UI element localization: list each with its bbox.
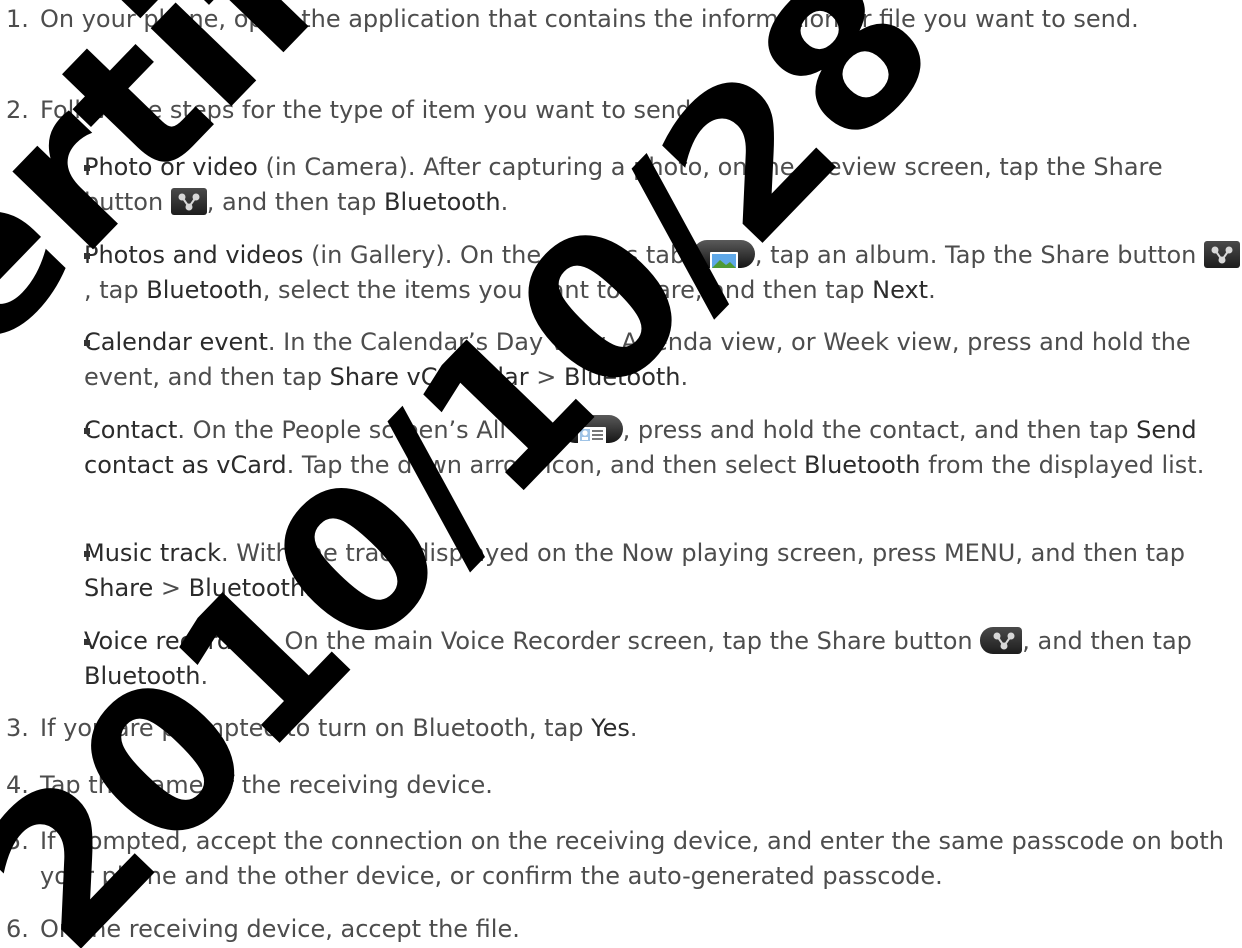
step-number: 6. [6,915,29,943]
step-number: 2. [6,96,29,124]
step-5: 5. If prompted, accept the connection on… [0,824,1230,894]
bullet-calendar: Calendar event. In the Calendar’s Day vi… [84,328,1191,391]
step-number: 5. [6,827,29,855]
bullet-marker [84,165,90,171]
share-icon [980,626,1023,654]
step-4: 4. Tap the name of the receiving device. [0,768,1230,803]
people-all-tab-icon [560,415,623,445]
step-number: 3. [6,714,29,742]
step-3: 3. If you are prompted to turn on Blueto… [0,711,1230,746]
bullet-title: Voice recording [84,627,270,655]
step-6: 6. On the receiving device, accept the f… [0,912,1230,947]
step-number: 1. [6,5,29,33]
step-2: 2. Follow the steps for the type of item… [0,93,1230,128]
bullet-marker [84,639,90,645]
bullet-voice: Voice recording. On the main Voice Recor… [84,626,1192,690]
bullet-title: Photo or video [84,153,258,181]
step-text: Tap the name of the receiving device. [40,771,493,799]
bullet-title: Photos and videos [84,241,304,269]
bullet-contact: Contact. On the People screen’s All tab … [84,415,1205,479]
document-page: 1. On your phone, open the application t… [0,0,1242,948]
step-text: On your phone, open the application that… [40,5,1139,33]
albums-tab-icon [692,240,755,270]
bullet-gallery: Photos and videos (in Gallery). On the A… [40,238,1241,308]
bullet-title: Calendar event [84,328,268,356]
bullet-marker [84,253,90,259]
step-text: Follow the steps for the type of item yo… [40,96,700,124]
step-number: 4. [6,771,29,799]
bullet-marker [84,428,90,434]
share-icon [1204,240,1241,268]
step-1: 1. On your phone, open the application t… [0,2,1230,37]
bullet-marker [84,340,90,346]
share-icon [170,187,207,215]
step-text: On the receiving device, accept the file… [40,915,520,943]
step-text: If prompted, accept the connection on th… [40,827,1224,890]
bullet-title: Contact [84,416,178,444]
bullet-camera: Photo or video (in Camera). After captur… [84,153,1163,216]
bullet-music: Music track. With the track displayed on… [84,539,1185,602]
bullet-marker [84,551,90,557]
bullet-title: Music track [84,539,221,567]
